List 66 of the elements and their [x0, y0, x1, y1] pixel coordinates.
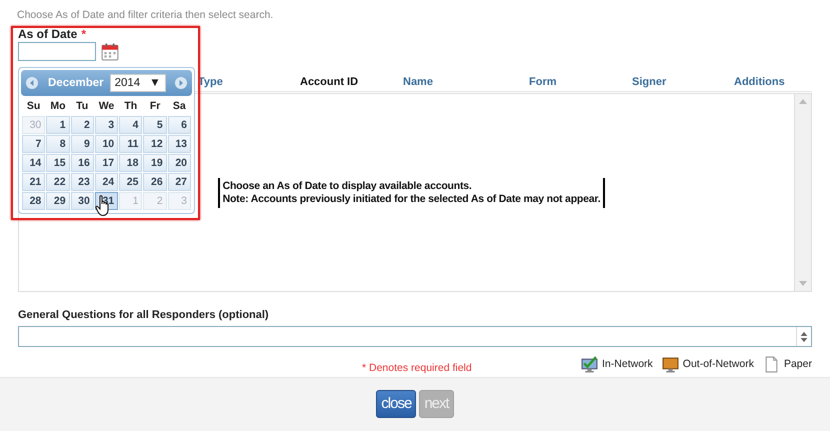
calendar-day[interactable]: 23 — [70, 173, 94, 191]
required-note: * Denotes required field — [362, 362, 472, 374]
calendar-day[interactable]: 14 — [22, 154, 46, 172]
legend-label: Out-of-Network — [682, 358, 754, 370]
date-field[interactable] — [18, 42, 96, 61]
weekday-label: Su — [26, 99, 42, 114]
calendar-day[interactable]: 11 — [119, 135, 142, 153]
legend-label: Paper — [784, 358, 812, 370]
empty-message: Note: Accounts previously initiated for the selected As of Date may not appear. — [222, 192, 600, 206]
calendar-day[interactable]: 28 — [22, 192, 46, 210]
calendar-day[interactable]: 8 — [46, 135, 70, 153]
calendar-day[interactable]: 12 — [143, 135, 167, 153]
calendar-day[interactable]: 16 — [70, 154, 94, 172]
calendar-day[interactable]: 20 — [168, 154, 191, 172]
calendar-day[interactable]: 4 — [119, 116, 142, 134]
next-icon[interactable] — [175, 77, 187, 89]
field-label: General Questions for all Responders (optional) — [18, 309, 270, 321]
calendar-day[interactable]: 10 — [94, 135, 118, 153]
calendar-day[interactable]: 7 — [22, 135, 46, 153]
calendar-day[interactable]: 22 — [46, 173, 70, 191]
column-header[interactable]: Type — [198, 76, 300, 88]
calendar-day[interactable]: 13 — [168, 135, 191, 153]
field-label: As of Date — [18, 27, 78, 41]
scroll-down-icon[interactable] — [800, 338, 808, 342]
empty-message: Choose an As of Date to display available accounts. — [222, 180, 473, 192]
weekday-label: Tu — [75, 99, 90, 114]
column-header[interactable]: Form — [529, 76, 632, 88]
calendar-day[interactable]: 21 — [22, 173, 46, 191]
scroll-up-icon[interactable] — [800, 330, 808, 336]
calendar-icon[interactable] — [101, 42, 119, 60]
questions-field[interactable] — [18, 326, 812, 347]
instruction-text: Choose As of Date and filter criteria then select search. — [17, 9, 274, 21]
calendar-day[interactable]: 25 — [119, 173, 142, 191]
calendar-day[interactable]: 15 — [46, 154, 70, 172]
calendar-day[interactable]: 27 — [168, 173, 191, 191]
calendar-day[interactable]: 9 — [70, 135, 94, 153]
calendar-day[interactable]: 19 — [143, 154, 167, 172]
calendar-day[interactable]: 1 — [46, 116, 70, 134]
previous-icon[interactable] — [26, 77, 38, 89]
column-header[interactable]: Signer — [632, 76, 734, 88]
weekday-label: Th — [123, 99, 138, 114]
calendar-day[interactable]: 6 — [168, 116, 191, 134]
document-icon — [762, 356, 780, 372]
calendar-day[interactable]: 26 — [143, 173, 167, 191]
calendar-day[interactable]: 24 — [94, 173, 118, 191]
month-label: December — [48, 77, 104, 89]
weekday-label: Fr — [148, 99, 162, 114]
weekday-label: Mo — [49, 99, 66, 114]
column-header[interactable]: Account ID — [300, 76, 403, 88]
calendar-day[interactable]: 30 — [70, 192, 94, 210]
weekday-label: We — [98, 99, 116, 114]
calendar-day[interactable]: 29 — [46, 192, 70, 210]
action-button[interactable]: close — [376, 390, 416, 418]
year-select[interactable]: 2014 ▼ — [110, 74, 166, 92]
calendar-day[interactable]: 5 — [143, 116, 167, 134]
legend-label: In-Network — [602, 358, 653, 370]
monitor-icon — [662, 356, 679, 372]
required-mark: * — [81, 27, 86, 41]
column-header[interactable]: Additions — [734, 76, 812, 88]
calendar-day[interactable]: 3 — [94, 116, 118, 134]
calendar-day[interactable]: 2 — [70, 116, 94, 134]
calendar-day[interactable]: 18 — [119, 154, 142, 172]
monitor-check-icon — [581, 356, 598, 372]
weekday-label: Sa — [172, 99, 187, 114]
calendar-day[interactable]: 17 — [94, 154, 118, 172]
column-header[interactable]: Name — [403, 76, 529, 88]
